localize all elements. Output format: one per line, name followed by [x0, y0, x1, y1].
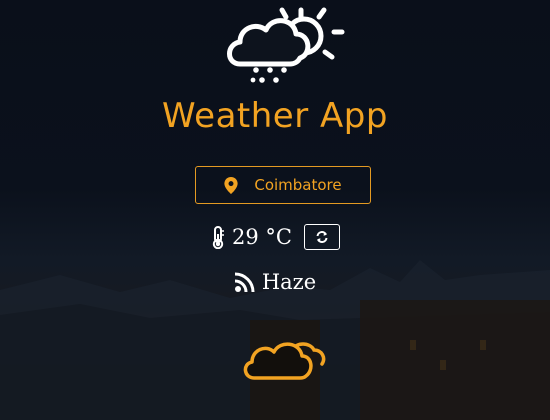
condition-row: Haze [0, 270, 550, 294]
map-marker-icon [224, 176, 238, 194]
main-content: Weather App Coimbatore 29 °C Haze [0, 0, 550, 420]
location-label: Coimbatore [254, 176, 342, 194]
cloud-sun-rain-icon [227, 7, 345, 83]
refresh-icon [316, 231, 328, 243]
rss-feed-icon [234, 272, 255, 293]
cloud-outline-icon [243, 342, 326, 380]
location-button[interactable]: Coimbatore [195, 166, 371, 204]
refresh-button[interactable] [303, 224, 340, 250]
app-title: Weather App [162, 96, 388, 136]
temperature-row: 29 °C [0, 224, 550, 250]
condition-label: Haze [261, 270, 317, 294]
thermometer-icon [212, 226, 225, 249]
temperature-value: 29 °C [232, 225, 292, 249]
